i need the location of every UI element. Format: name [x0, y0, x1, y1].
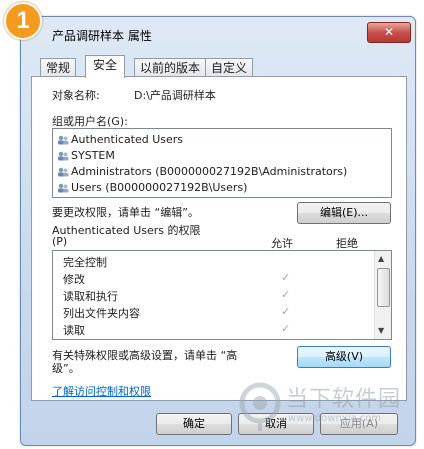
users-group-icon	[58, 183, 69, 193]
watermark-logo-icon	[239, 382, 281, 431]
tab-previous-versions[interactable]: 以前的版本	[134, 58, 206, 77]
ok-button[interactable]: 确定	[156, 413, 232, 435]
learn-access-control-link[interactable]: 了解访问控制和权限	[52, 383, 151, 399]
permission-row-read-execute: 读取和执行	[63, 290, 118, 303]
site-watermark: 当下软件园 www.downxia.com	[238, 375, 418, 445]
permissions-header: Authenticated Users 的权限	[52, 224, 201, 237]
advanced-hint-cont: 级”。	[52, 362, 80, 375]
list-item-label: Administrators (B000000027192B\Administr…	[71, 165, 348, 178]
list-item[interactable]: SYSTEM	[57, 149, 115, 162]
list-item-label: Users (B000000027192B\Users)	[71, 181, 248, 194]
permissions-scrollbar[interactable]: ▲ ▼	[374, 251, 391, 339]
users-group-icon	[58, 151, 69, 161]
permissions-list[interactable]: 完全控制 修改 ✓ 读取和执行 ✓ 列出文件夹内容 ✓ 读取 ✓ ▲ ▼	[52, 250, 392, 340]
tab-custom[interactable]: 自定义	[205, 58, 253, 77]
allow-check-icon: ✓	[281, 271, 291, 284]
object-name-label: 对象名称:	[52, 89, 100, 102]
scrollbar-thumb[interactable]	[377, 268, 390, 307]
watermark-text: 当下软件园	[286, 387, 402, 412]
edit-hint: 要更改权限，请单击 “编辑”。	[52, 206, 199, 219]
list-item[interactable]: Administrators (B000000027192B\Administr…	[57, 165, 347, 178]
tab-security[interactable]: 安全	[85, 55, 125, 78]
permission-row-read: 读取	[63, 324, 85, 337]
tab-general[interactable]: 常规	[40, 58, 76, 77]
allow-column-header: 允许	[271, 237, 293, 250]
list-item[interactable]: Authenticated Users	[57, 133, 183, 146]
allow-check-icon: ✓	[281, 305, 291, 318]
groups-label: 组或用户名(G):	[52, 115, 128, 128]
object-name-value: D:\产品调研样本	[134, 89, 216, 102]
step-number-badge: 1	[4, 2, 42, 40]
allow-check-icon: ✓	[281, 288, 291, 301]
advanced-button[interactable]: 高级(V)	[297, 346, 391, 368]
window-title: 产品调研样本 属性	[52, 29, 152, 43]
permission-row-modify: 修改	[63, 273, 85, 286]
allow-check-icon: ✓	[281, 322, 291, 335]
users-group-icon	[58, 135, 69, 145]
deny-column-header: 拒绝	[336, 237, 358, 250]
list-item-label: Authenticated Users	[71, 133, 184, 146]
close-button[interactable]: ✕	[367, 22, 411, 43]
advanced-hint: 有关特殊权限或高级设置，请单击 “高	[52, 349, 238, 362]
list-item[interactable]: Users (B000000027192B\Users)	[57, 181, 247, 194]
scroll-down-icon[interactable]: ▼	[378, 326, 384, 335]
users-listbox[interactable]: Authenticated Users SYSTEM Administrator…	[52, 128, 392, 198]
permission-row-full-control: 完全控制	[63, 256, 107, 269]
scroll-up-icon[interactable]: ▲	[378, 254, 384, 263]
permissions-header-accesskey: (P)	[52, 235, 68, 248]
list-item-label: SYSTEM	[71, 149, 115, 162]
watermark-url: www.downxia.com	[288, 413, 382, 424]
edit-button[interactable]: 编辑(E)...	[297, 202, 391, 224]
permission-row-list-folder: 列出文件夹内容	[63, 307, 140, 320]
users-group-icon	[58, 167, 69, 177]
